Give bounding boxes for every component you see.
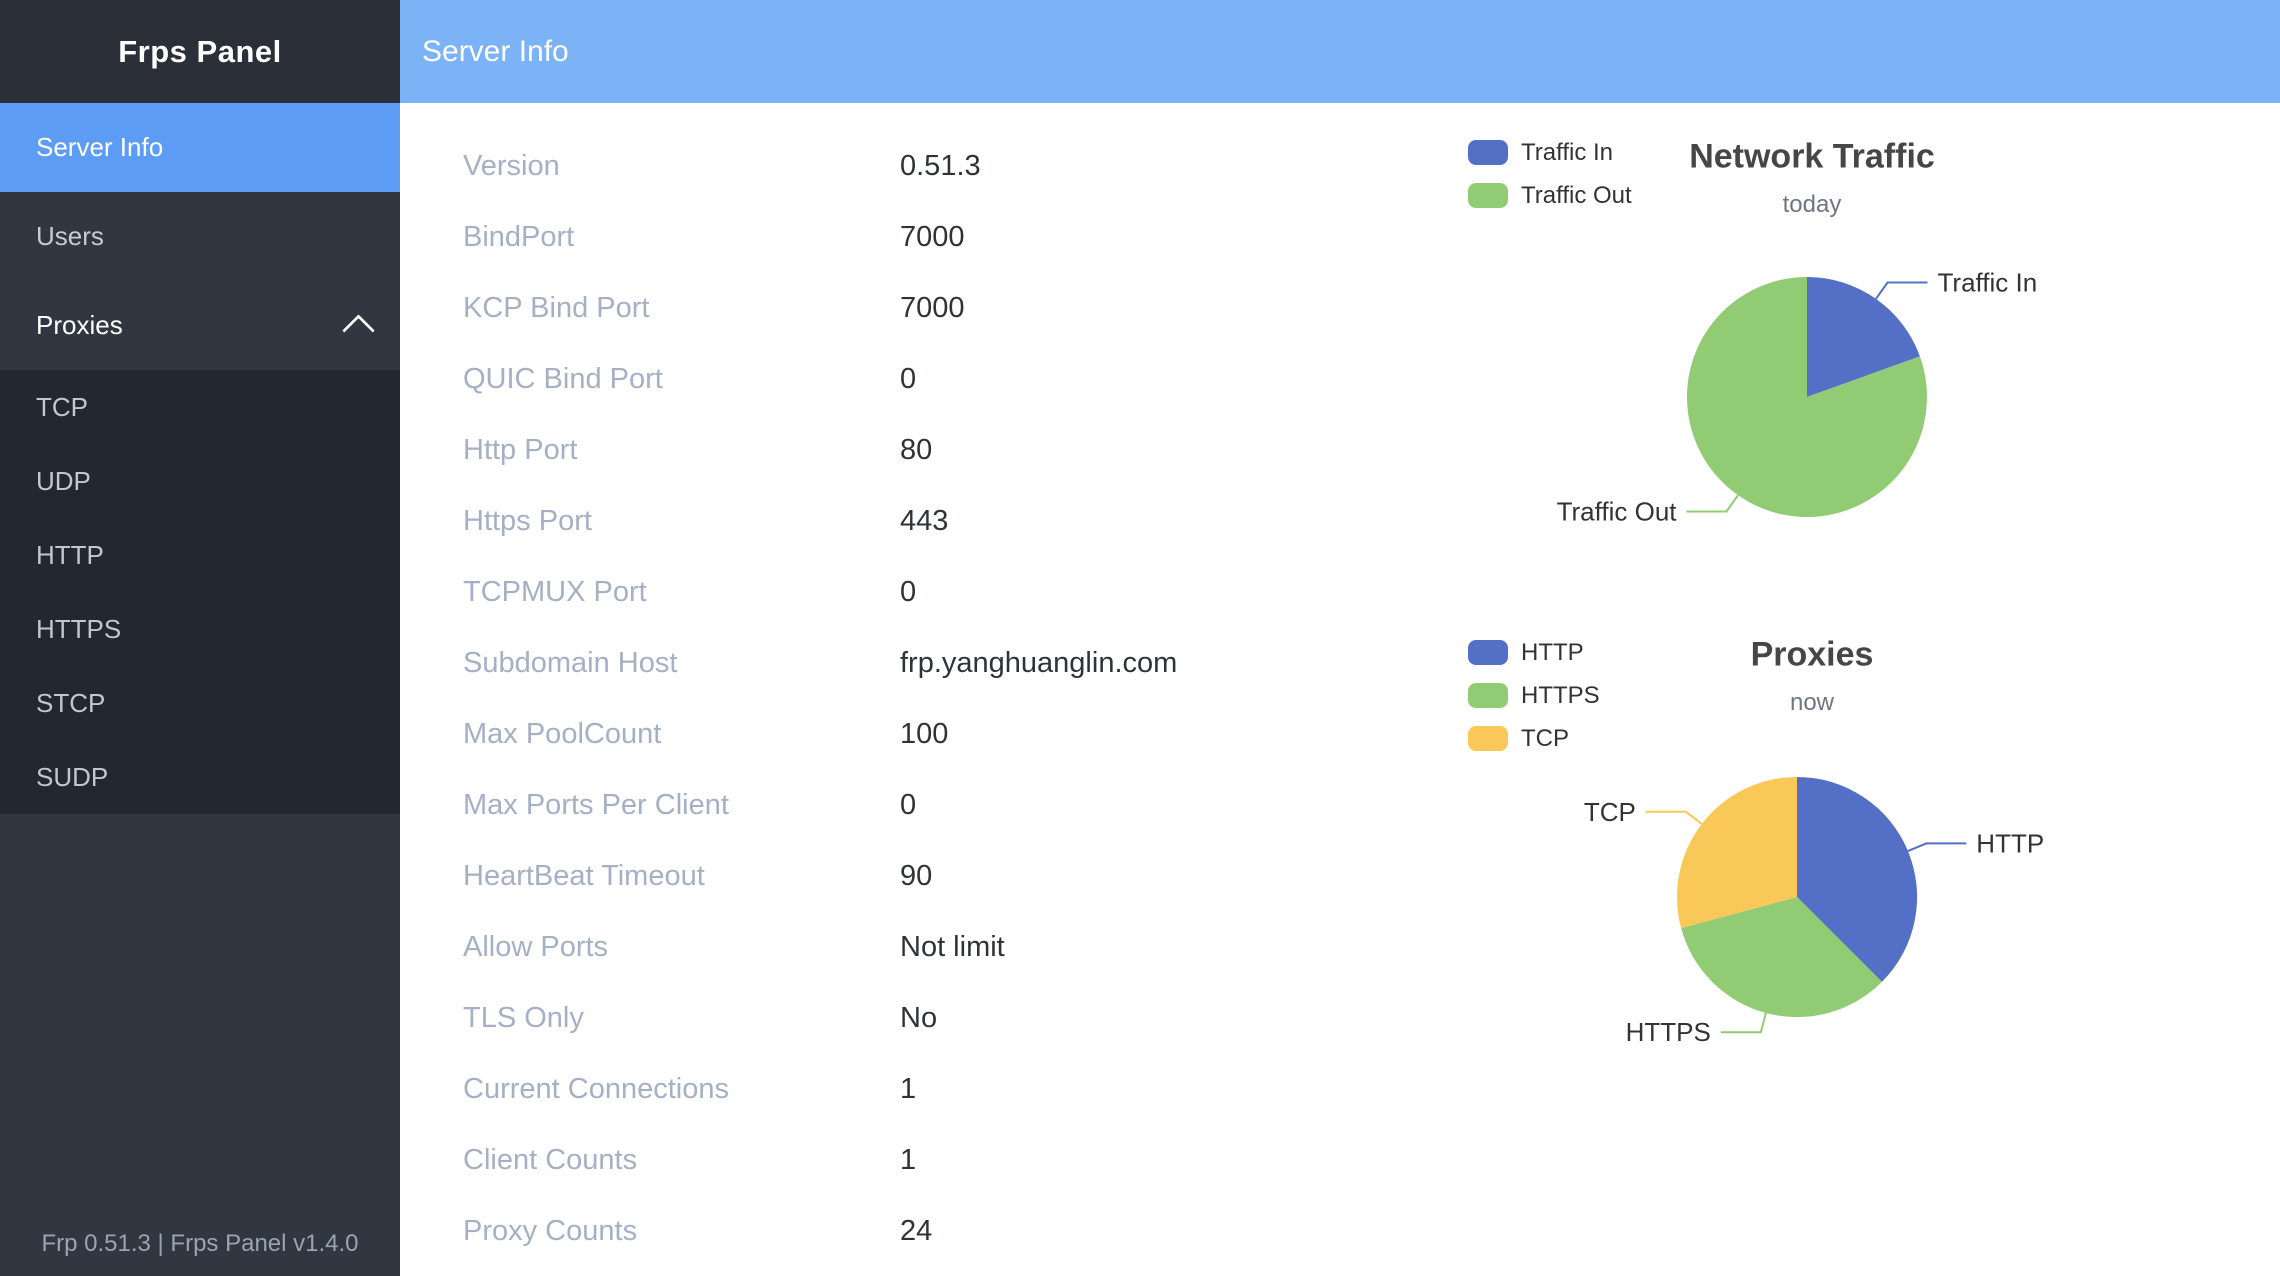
- info-row-allow-ports: Allow PortsNot limit: [463, 912, 1177, 983]
- info-label: TCPMUX Port: [463, 576, 900, 609]
- page-title: Server Info: [422, 35, 569, 69]
- info-value: 7000: [900, 221, 965, 254]
- sidebar-item-proxies[interactable]: Proxies: [0, 281, 400, 370]
- info-row-http-port: Http Port80: [463, 415, 1177, 486]
- info-row-bindport: BindPort7000: [463, 202, 1177, 273]
- info-row-tls-only: TLS OnlyNo: [463, 983, 1177, 1054]
- sidebar-item-server-info[interactable]: Server Info: [0, 103, 400, 192]
- info-value: Not limit: [900, 931, 1005, 964]
- info-label: Version: [463, 150, 900, 183]
- pie-svg: Traffic In Traffic Out: [1460, 103, 2164, 620]
- sidebar-subitem-https[interactable]: HTTPS: [0, 592, 400, 666]
- sidebar-nav: Server Info Users Proxies TCPUDPHTTPHTTP…: [0, 103, 400, 814]
- info-value: 100: [900, 718, 948, 751]
- info-value: 0: [900, 576, 916, 609]
- info-label: QUIC Bind Port: [463, 363, 900, 396]
- info-label: TLS Only: [463, 1002, 900, 1035]
- sidebar-subitem-stcp[interactable]: STCP: [0, 666, 400, 740]
- info-row-max-poolcount: Max PoolCount100: [463, 699, 1177, 770]
- network-traffic-chart: Network TraffictodayTraffic InTraffic Ou…: [1460, 103, 2164, 620]
- pie-label: Traffic In: [1938, 268, 2038, 298]
- pie-label-line: [1646, 812, 1702, 824]
- pie-label-line: [1908, 843, 1966, 851]
- pie-label: HTTPS: [1626, 1017, 1711, 1047]
- info-value: 443: [900, 505, 948, 538]
- info-row-https-port: Https Port443: [463, 486, 1177, 557]
- pie-svg: HTTP HTTPS TCP: [1460, 620, 2164, 1120]
- pie-label: Traffic Out: [1557, 497, 1678, 527]
- pie-label-line: [1687, 495, 1739, 511]
- info-label: Subdomain Host: [463, 647, 900, 680]
- pie-label-line: [1876, 283, 1928, 299]
- info-value: 1: [900, 1073, 916, 1106]
- pie-label-line: [1721, 1013, 1766, 1032]
- info-value: frp.yanghuanglin.com: [900, 647, 1177, 680]
- info-row-quic-bind-port: QUIC Bind Port0: [463, 344, 1177, 415]
- info-row-kcp-bind-port: KCP Bind Port7000: [463, 273, 1177, 344]
- proxies-submenu: TCPUDPHTTPHTTPSSTCPSUDP: [0, 370, 400, 814]
- info-label: Max Ports Per Client: [463, 789, 900, 822]
- info-row-client-counts: Client Counts1: [463, 1125, 1177, 1196]
- sidebar-item-label: Server Info: [36, 132, 163, 163]
- info-label: Http Port: [463, 434, 900, 467]
- info-value: 24: [900, 1215, 932, 1248]
- info-value: 0: [900, 363, 916, 396]
- info-value: 0: [900, 789, 916, 822]
- header-bar: Server Info: [400, 0, 2280, 103]
- info-label: Current Connections: [463, 1073, 900, 1106]
- info-value: No: [900, 1002, 937, 1035]
- info-label: KCP Bind Port: [463, 292, 900, 325]
- info-row-current-connections: Current Connections1: [463, 1054, 1177, 1125]
- sidebar-footer-version: Frp 0.51.3 | Frps Panel v1.4.0: [0, 1230, 400, 1258]
- sidebar: Frps Panel Server Info Users Proxies TCP…: [0, 0, 400, 1276]
- pie-label: HTTP: [1976, 828, 2044, 858]
- sidebar-item-label: Users: [36, 221, 104, 252]
- app-title: Frps Panel: [0, 0, 400, 103]
- sidebar-item-users[interactable]: Users: [0, 192, 400, 281]
- info-value: 1: [900, 1144, 916, 1177]
- sidebar-subitem-udp[interactable]: UDP: [0, 444, 400, 518]
- info-label: Max PoolCount: [463, 718, 900, 751]
- proxies-chart: ProxiesnowHTTPHTTPSTCPHTTPHTTPSTCP: [1460, 620, 2164, 1120]
- pie-label: TCP: [1584, 797, 1636, 827]
- info-label: Client Counts: [463, 1144, 900, 1177]
- info-label: BindPort: [463, 221, 900, 254]
- info-row-subdomain-host: Subdomain Hostfrp.yanghuanglin.com: [463, 628, 1177, 699]
- info-row-proxy-counts: Proxy Counts24: [463, 1196, 1177, 1267]
- info-value: 7000: [900, 292, 965, 325]
- server-info-list: Version0.51.3BindPort7000KCP Bind Port70…: [463, 131, 1177, 1267]
- info-label: Proxy Counts: [463, 1215, 900, 1248]
- sidebar-subitem-tcp[interactable]: TCP: [0, 370, 400, 444]
- info-value: 0.51.3: [900, 150, 981, 183]
- sidebar-subitem-sudp[interactable]: SUDP: [0, 740, 400, 814]
- info-value: 80: [900, 434, 932, 467]
- info-value: 90: [900, 860, 932, 893]
- chevron-up-icon: [342, 314, 375, 347]
- info-row-version: Version0.51.3: [463, 131, 1177, 202]
- info-row-heartbeat-timeout: HeartBeat Timeout90: [463, 841, 1177, 912]
- info-label: HeartBeat Timeout: [463, 860, 900, 893]
- sidebar-subitem-http[interactable]: HTTP: [0, 518, 400, 592]
- info-label: Allow Ports: [463, 931, 900, 964]
- info-row-max-ports-per-client: Max Ports Per Client0: [463, 770, 1177, 841]
- info-label: Https Port: [463, 505, 900, 538]
- sidebar-item-label: Proxies: [36, 310, 123, 341]
- info-row-tcpmux-port: TCPMUX Port0: [463, 557, 1177, 628]
